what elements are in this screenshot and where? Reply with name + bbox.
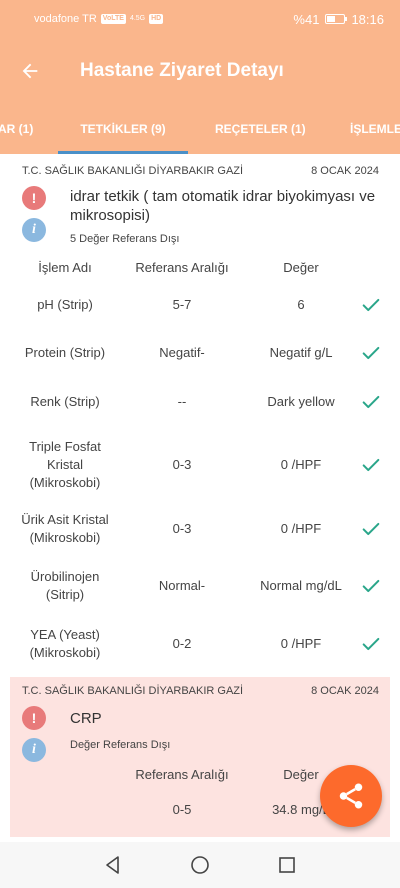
out-of-range-status: Değer Referans Dışı (70, 739, 171, 751)
arrow-left-icon (22, 63, 38, 79)
test-date: 8 OCAK 2024 (311, 685, 379, 697)
tab-tetkikler[interactable]: TETKİKLER (9) (58, 104, 188, 154)
test-item-name: YEA (Yeast) (Mikroskobi) (29, 627, 101, 660)
info-icon[interactable]: i (22, 218, 46, 242)
share-icon (339, 783, 363, 809)
tab-receteler[interactable]: REÇETELER (1) (215, 104, 306, 154)
tab-islemler[interactable]: İŞLEMLER (350, 104, 400, 154)
result-value: 6 (297, 297, 305, 312)
check-icon (360, 294, 382, 316)
result-value: Dark yellow (267, 394, 335, 409)
result-value: Normal mg/dL (260, 578, 342, 593)
test-item-name: Ürik Asit Kristal (Mikroskobi) (21, 512, 109, 545)
network-type: 4.5G (129, 15, 146, 22)
info-icon[interactable]: i (22, 738, 46, 762)
reference-range: 0-5 (172, 802, 192, 817)
test-name: idrar tetkik ( tam otomatik idrar biyoki… (70, 188, 376, 224)
back-button[interactable] (0, 60, 60, 82)
nav-back-button[interactable] (93, 845, 133, 885)
result-value: 0 /HPF (280, 636, 322, 651)
test-card[interactable]: T.C. SAĞLIK BAKANLIĞI DİYARBAKIR GAZİ 8 … (10, 154, 390, 672)
check-icon (360, 391, 382, 413)
warning-icon: ! (22, 186, 46, 210)
reference-range: Negatif- (159, 345, 205, 360)
col-header-name: İşlem Adı (38, 260, 92, 275)
institution-name: T.C. SAĞLIK BAKANLIĞI DİYARBAKIR GAZİ (22, 165, 244, 177)
test-item-name: Protein (Strip) (24, 345, 106, 360)
triangle-back-icon (106, 856, 120, 874)
check-icon (360, 575, 382, 597)
test-name: CRP (70, 710, 102, 727)
square-recents-icon (278, 857, 295, 873)
out-of-range-count: 5 Değer Referans Dışı (70, 233, 180, 245)
status-bar: vodafone TR VoLTE 4.5G HD %41 18:16 (0, 0, 400, 38)
warning-icon: ! (22, 706, 46, 730)
reference-range: 0-3 (172, 457, 192, 472)
clock: 18:16 (351, 11, 384, 27)
carrier-name: vodafone TR (34, 13, 97, 25)
tab-bar: AR (1) TETKİKLER (9) REÇETELER (1) İŞLEM… (0, 104, 400, 154)
result-value: 0 /HPF (280, 457, 322, 472)
result-value: Negatif g/L (269, 345, 333, 360)
test-item-name: Triple Fosfat Kristal (Mikroskobi) (29, 439, 101, 490)
reference-range: -- (177, 394, 187, 409)
nav-home-button[interactable] (180, 845, 220, 885)
reference-range: 0-3 (172, 521, 192, 536)
test-item-name: Ürobilinojen (Sitrip) (30, 569, 100, 602)
app-bar: Hastane Ziyaret Detayı (0, 38, 400, 104)
col-header-range: Referans Aralığı (135, 767, 229, 782)
result-value: 0 /HPF (280, 521, 322, 536)
col-header-range: Referans Aralığı (135, 260, 229, 275)
check-icon (360, 633, 382, 655)
check-icon (360, 342, 382, 364)
hd-badge: HD (149, 14, 164, 24)
test-item-name: Renk (Strip) (30, 394, 100, 409)
institution-name: T.C. SAĞLIK BAKANLIĞI DİYARBAKIR GAZİ (22, 685, 244, 697)
test-date: 8 OCAK 2024 (311, 165, 379, 177)
reference-range: Normal- (158, 578, 206, 593)
tests-list[interactable]: T.C. SAĞLIK BAKANLIĞI DİYARBAKIR GAZİ 8 … (0, 154, 400, 842)
check-icon (360, 454, 382, 476)
nav-recents-button[interactable] (267, 845, 307, 885)
test-item-name: pH (Strip) (37, 297, 93, 312)
circle-home-icon (191, 856, 209, 874)
volte-badge: VoLTE (100, 14, 126, 24)
tab-partial-left[interactable]: AR (1) (0, 104, 33, 154)
col-header-value: Değer (283, 260, 319, 275)
system-nav-bar (0, 842, 400, 888)
share-button[interactable] (320, 765, 382, 827)
check-icon (360, 518, 382, 540)
battery-icon (325, 14, 348, 24)
reference-range: 5-7 (172, 297, 192, 312)
battery-percent: %41 (293, 11, 320, 27)
reference-range: 0-2 (172, 636, 192, 651)
page-title: Hastane Ziyaret Detayı (80, 60, 284, 81)
